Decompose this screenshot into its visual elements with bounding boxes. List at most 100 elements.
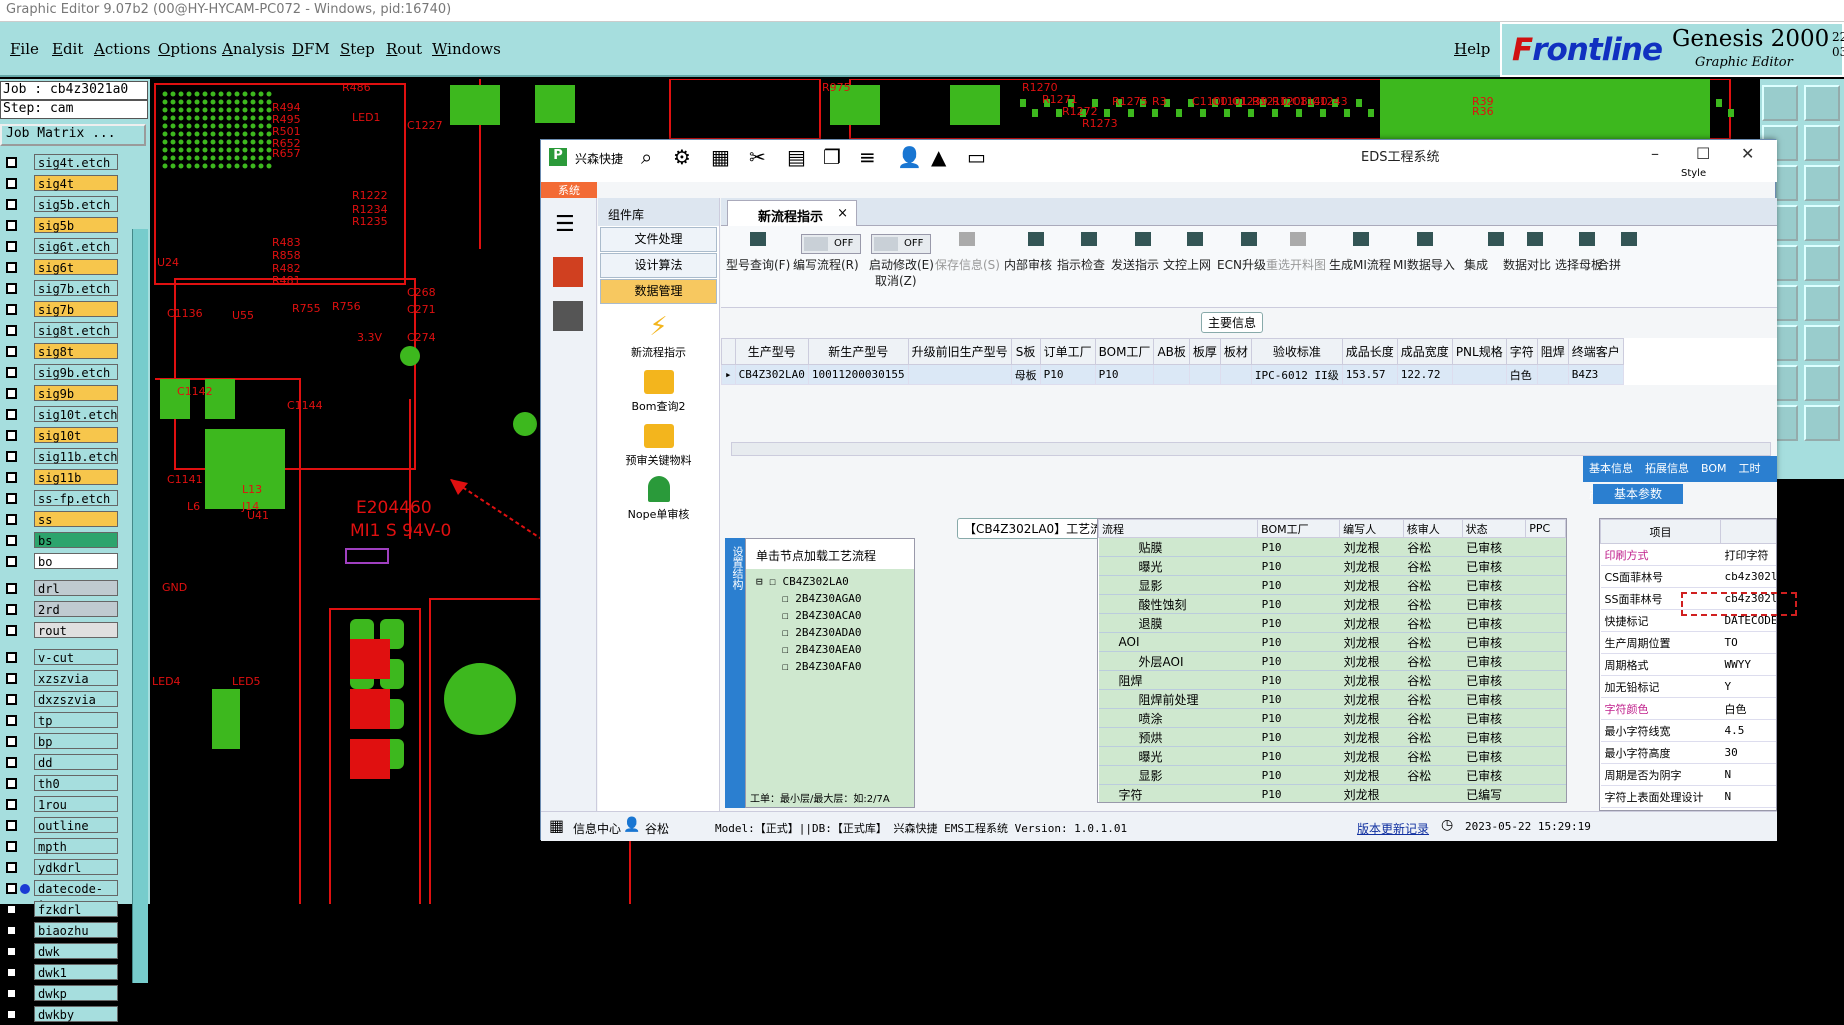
tab-new-flow[interactable]: 新流程指示 × (727, 200, 857, 226)
ribbon-button[interactable]: 启动修改(E) (869, 256, 934, 273)
scissors-icon[interactable]: ✂ (749, 145, 766, 169)
table-row[interactable]: 最小字符线宽4.5milN (1600, 719, 1776, 742)
update-log-link[interactable]: 版本更新记录 (1357, 820, 1429, 837)
h-scrollbar[interactable] (731, 442, 1771, 456)
layer-item[interactable]: sig8t (0, 341, 120, 362)
column-header[interactable]: 核审人 (1402, 519, 1463, 538)
hamburger-icon[interactable]: ☰ (555, 212, 596, 237)
layer-item[interactable]: drl (0, 578, 120, 599)
off-toggle[interactable]: OFF (871, 234, 931, 254)
tree-node[interactable]: ☐ 2B4Z30ACA0 (756, 609, 914, 622)
layer-checkbox[interactable] (6, 988, 17, 999)
table-row[interactable]: 字符 P10 刘龙根 已编写 (1098, 784, 1566, 802)
layer-item[interactable]: ss (0, 509, 120, 530)
layer-checkbox[interactable] (6, 799, 17, 810)
ribbon-button[interactable]: 选择母板 (1555, 256, 1603, 273)
menu-analysis[interactable]: Analysis (222, 40, 285, 58)
comp-pre-review[interactable]: 预审关键物料 (598, 424, 719, 468)
tool-button[interactable] (1804, 165, 1840, 201)
layer-checkbox[interactable] (6, 220, 17, 231)
grid-cell[interactable]: P10 (1094, 364, 1155, 385)
column-header[interactable]: 升级前旧生产型号 (907, 338, 1012, 365)
ribbon-button[interactable]: 合拼 (1597, 256, 1621, 273)
column-header[interactable]: 验收标准 (1250, 338, 1343, 365)
layer-item[interactable]: outline (0, 815, 120, 836)
column-header[interactable]: 编写人 (1339, 519, 1404, 538)
tree-node[interactable]: ☐ 2B4Z30AGA0 (756, 592, 914, 605)
grid-cell[interactable] (907, 364, 1012, 385)
layer-checkbox[interactable] (6, 451, 17, 462)
layer-item[interactable]: rout (0, 620, 120, 641)
layer-item[interactable]: fzkdrl (0, 899, 120, 920)
menu-windows[interactable]: Windows (432, 40, 501, 58)
cancel-button[interactable]: 取消(Z) (875, 272, 917, 289)
table-row[interactable]: 最小字符高度30milN (1600, 741, 1776, 764)
layer-item[interactable]: sig8t.etch (0, 320, 120, 341)
layer-checkbox[interactable] (6, 304, 17, 315)
comp-bom-query[interactable]: Bom查询2 (598, 370, 719, 414)
comp-item-file[interactable]: 文件处理 (600, 227, 717, 252)
layer-checkbox[interactable] (6, 430, 17, 441)
layer-checkbox[interactable] (6, 625, 17, 636)
column-header[interactable]: 板厚 (1188, 338, 1221, 365)
tree-node[interactable]: ☐ 2B4Z30ADA0 (756, 626, 914, 639)
table-row[interactable]: 预烘 P10 刘龙根 谷松 已审核 (1098, 727, 1566, 747)
table-row[interactable]: 加无铅标记YN (1600, 675, 1776, 698)
layer-checkbox[interactable] (6, 1009, 17, 1020)
gear-icon[interactable]: ⚙ (673, 145, 691, 169)
table-row[interactable]: 退膜 P10 刘龙根 谷松 已审核 (1098, 613, 1566, 633)
layer-checkbox[interactable] (6, 757, 17, 768)
layer-item[interactable]: sig10t (0, 425, 120, 446)
layer-checkbox[interactable] (6, 967, 17, 978)
grid-cell[interactable]: 10011200030155 (807, 364, 909, 385)
layer-item[interactable]: sig6t (0, 257, 120, 278)
comp-item-design[interactable]: 设计算法 (600, 253, 717, 278)
layer-item[interactable]: mpth (0, 836, 120, 857)
layer-checkbox[interactable] (6, 946, 17, 957)
layer-checkbox[interactable] (6, 346, 17, 357)
ribbon-button[interactable]: 生成MI流程 (1329, 256, 1391, 273)
layer-item[interactable]: sig7b (0, 299, 120, 320)
chart-icon[interactable]: ▲ (931, 145, 946, 169)
tool-button[interactable] (1804, 205, 1840, 241)
tool-button[interactable] (1804, 245, 1840, 281)
ribbon-button[interactable]: 重选开料图 (1266, 256, 1326, 273)
column-header[interactable]: AB板 (1153, 338, 1190, 365)
table-row[interactable]: 字符颜色白色N (1600, 697, 1776, 720)
layer-checkbox[interactable] (6, 241, 17, 252)
layer-checkbox[interactable] (6, 325, 17, 336)
table-row[interactable]: 外层AOI P10 刘龙根 谷松 已审核 (1098, 651, 1566, 671)
layer-item[interactable]: bs (0, 530, 120, 551)
ribbon-button[interactable]: MI数据导入 (1393, 256, 1455, 273)
table-row[interactable]: AOI P10 刘龙根 谷松 已审核 (1098, 632, 1566, 652)
grid-cell[interactable]: 母板 (1010, 364, 1041, 385)
layer-item[interactable]: sig9b (0, 383, 120, 404)
tree-root[interactable]: ⊟ ☐ CB4Z302LA0 (756, 575, 914, 588)
layer-checkbox[interactable] (6, 862, 17, 873)
layer-checkbox[interactable] (6, 535, 17, 546)
layer-checkbox[interactable] (6, 841, 17, 852)
layer-item[interactable]: ydkdrl (0, 857, 120, 878)
layer-checkbox[interactable] (6, 199, 17, 210)
column-header[interactable]: 订单工厂 (1039, 338, 1096, 365)
layer-scrollbar[interactable] (132, 229, 148, 983)
ribbon-button[interactable]: 编写流程(R) (793, 256, 859, 273)
layer-checkbox[interactable] (6, 820, 17, 831)
grid-cell[interactable]: CB4Z302LA0 (734, 364, 809, 385)
ribbon-button[interactable]: 内部审核 (1004, 256, 1052, 273)
tree-node[interactable]: ☐ 2B4Z30AFA0 (756, 660, 914, 673)
ribbon-button[interactable]: 指示检查 (1057, 256, 1105, 273)
layer-item[interactable]: bo (0, 551, 120, 572)
column-header[interactable]: S板 (1010, 338, 1041, 365)
grid-cell[interactable]: P10 (1039, 364, 1096, 385)
layer-checkbox[interactable] (6, 652, 17, 663)
ribbon-button[interactable]: 文控上网 (1163, 256, 1211, 273)
right-tab[interactable]: BOM (1701, 462, 1727, 475)
grid-cell[interactable]: 122.72 (1396, 364, 1453, 385)
maximize-button[interactable]: ☐ (1696, 144, 1710, 163)
table-row[interactable]: 显影 P10 刘龙根 谷松 已审核 (1098, 765, 1566, 785)
tool-button[interactable] (1804, 405, 1840, 441)
layer-checkbox[interactable] (6, 409, 17, 420)
column-header[interactable]: BOM工厂 (1257, 519, 1341, 538)
column-header[interactable]: 字符 (1505, 338, 1538, 365)
